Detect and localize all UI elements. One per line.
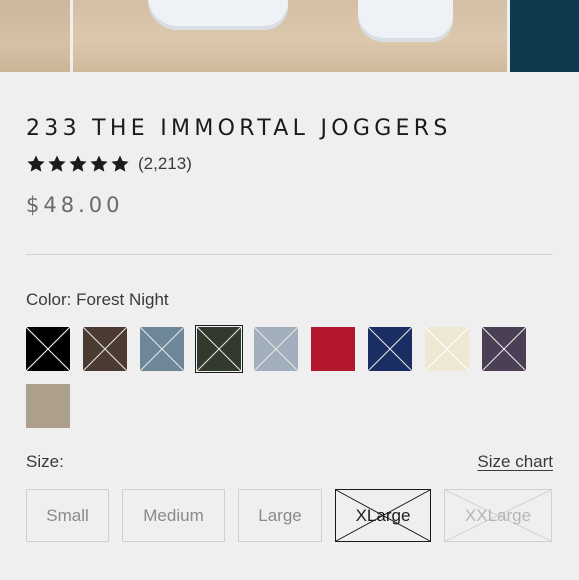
product-title: 233 THE IMMORTAL JOGGERS <box>26 116 452 141</box>
size-option-small[interactable]: Small <box>26 489 109 542</box>
size-option-label: Medium <box>143 505 204 525</box>
rating-stars <box>26 154 130 174</box>
gallery-image-next[interactable] <box>510 0 579 72</box>
sold-out-cross-icon <box>197 327 241 371</box>
size-label: Size: <box>26 452 64 471</box>
star-icon <box>69 155 87 172</box>
size-option-xlarge[interactable]: XLarge <box>335 489 431 542</box>
star-icon <box>111 155 129 172</box>
size-option-label: Large <box>258 505 302 525</box>
color-swatch-cream[interactable] <box>425 327 469 371</box>
gallery-image-previous[interactable] <box>0 0 70 72</box>
sold-out-cross-icon <box>26 327 70 371</box>
product-price: $48.00 <box>26 193 124 217</box>
size-option-label: XLarge <box>355 505 411 525</box>
star-icon <box>90 155 108 172</box>
product-image-gallery[interactable] <box>0 0 579 72</box>
sold-out-cross-icon <box>83 327 127 371</box>
color-swatch-black[interactable] <box>26 327 70 371</box>
size-option-label: XXLarge <box>464 505 532 525</box>
sold-out-cross-icon <box>254 327 298 371</box>
color-swatch-slate-blue[interactable] <box>140 327 184 371</box>
sold-out-cross-icon <box>368 327 412 371</box>
size-option-large[interactable]: Large <box>238 489 322 542</box>
star-icon <box>27 155 45 172</box>
color-swatch-red[interactable] <box>311 327 355 371</box>
color-swatch-plum[interactable] <box>482 327 526 371</box>
sold-out-cross-icon <box>482 327 526 371</box>
color-swatch-brown[interactable] <box>83 327 127 371</box>
color-swatch-light-blue-gray[interactable] <box>254 327 298 371</box>
product-rating[interactable]: (2,213) <box>26 152 192 176</box>
size-option-xxlarge[interactable]: XXLarge <box>444 489 552 542</box>
size-chart-link[interactable]: Size chart <box>477 452 553 472</box>
star-icon <box>48 155 66 172</box>
divider <box>26 254 553 255</box>
size-option-label: Small <box>46 505 89 525</box>
sold-out-cross-icon <box>425 327 469 371</box>
color-swatch-taupe[interactable] <box>26 384 70 428</box>
color-label: Color: Forest Night <box>26 290 169 309</box>
sneaker-left-image <box>148 0 288 30</box>
size-option-medium[interactable]: Medium <box>122 489 225 542</box>
sneaker-right-image <box>358 0 453 42</box>
color-swatch-navy[interactable] <box>368 327 412 371</box>
gallery-image-current[interactable] <box>73 0 507 72</box>
color-swatch-forest-night[interactable] <box>195 325 243 373</box>
rating-count[interactable]: (2,213) <box>138 154 192 174</box>
sold-out-cross-icon <box>140 327 184 371</box>
